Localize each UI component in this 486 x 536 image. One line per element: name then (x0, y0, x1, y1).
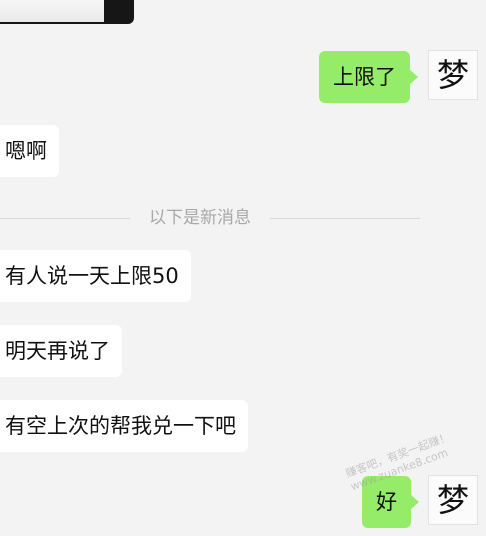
divider-line-right (270, 218, 420, 219)
avatar-char: 梦 (436, 481, 469, 519)
shared-image-thumbnail[interactable] (0, 0, 134, 24)
new-messages-divider: 以下是新消息 (149, 208, 251, 228)
message-text: 有空上次的帮我兑一下吧 (5, 414, 236, 438)
user-avatar[interactable]: 梦 (428, 475, 478, 525)
message-text: 嗯啊 (5, 139, 47, 163)
user-avatar[interactable]: 梦 (428, 50, 478, 100)
message-text: 上限了 (333, 65, 396, 89)
message-text: 明天再说了 (5, 339, 110, 363)
message-bubble-incoming[interactable]: 嗯啊 (0, 125, 59, 177)
image-content (0, 0, 104, 22)
message-bubble-incoming[interactable]: 有人说一天上限50 (0, 250, 191, 302)
divider-line-left (0, 218, 130, 219)
message-bubble-outgoing[interactable]: 上限了 (319, 51, 418, 103)
message-bubble-incoming[interactable]: 明天再说了 (0, 325, 122, 377)
avatar-char: 梦 (436, 56, 469, 94)
message-text: 有人说一天上限50 (5, 264, 179, 288)
message-bubble-incoming[interactable]: 有空上次的帮我兑一下吧 (0, 400, 248, 452)
